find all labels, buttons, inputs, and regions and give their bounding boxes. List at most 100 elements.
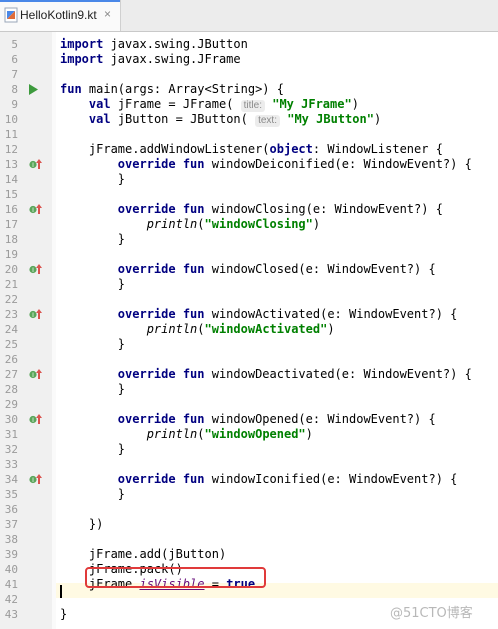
code-token: javax.swing.JFrame	[103, 52, 241, 66]
line-number: 14	[4, 173, 18, 186]
code-token: val	[88, 97, 111, 111]
code-line[interactable]: }	[60, 607, 67, 622]
code-token: : WindowListener {	[312, 142, 443, 156]
line-number: 11	[4, 128, 18, 141]
code-token: override fun	[117, 202, 205, 216]
code-line[interactable]: println("windowClosing")	[60, 217, 320, 232]
code-token: windowClosed(e: WindowEvent?) {	[204, 262, 436, 276]
line-number: 13	[4, 158, 18, 171]
code-line[interactable]: fun main(args: Array<String>) {	[60, 82, 284, 97]
code-line[interactable]: override fun windowOpened(e: WindowEvent…	[60, 412, 436, 427]
code-line[interactable]: }	[60, 277, 125, 292]
svg-text:I: I	[32, 477, 34, 484]
implements-icon[interactable]: I	[29, 308, 43, 321]
code-token: (	[197, 322, 205, 336]
code-token: "windowOpened"	[204, 427, 306, 441]
code-line[interactable]: override fun windowIconified(e: WindowEv…	[60, 472, 458, 487]
code-editor[interactable]: 5 import javax.swing.JButton 6 import javax…	[0, 32, 498, 629]
implements-icon[interactable]: I	[29, 473, 43, 486]
code-token: println	[146, 217, 198, 231]
line-number: 25	[4, 338, 18, 351]
code-line[interactable]: val jFrame = JFrame( title: "My JFrame")	[60, 97, 359, 112]
implements-icon[interactable]: I	[29, 158, 43, 171]
code-token: }	[60, 337, 126, 351]
implements-icon[interactable]: I	[29, 368, 43, 381]
parameter-hint: text:	[255, 115, 280, 127]
code-token: "My JButton"	[287, 112, 374, 126]
line-number: 35	[4, 488, 18, 501]
code-token: override fun	[117, 262, 205, 276]
code-token: override fun	[117, 412, 205, 426]
code-line[interactable]: }	[60, 172, 125, 187]
code-line[interactable]: jFrame.add(jButton)	[60, 547, 226, 562]
line-number: 40	[4, 563, 18, 576]
code-token: import	[60, 52, 104, 66]
code-line[interactable]: override fun windowClosed(e: WindowEvent…	[60, 262, 436, 277]
code-line[interactable]: println("windowActivated")	[60, 322, 335, 337]
code-token: })	[60, 517, 104, 531]
code-line[interactable]: val jButton = JButton( text: "My JButton…	[60, 112, 381, 127]
code-line[interactable]: })	[60, 517, 103, 532]
code-line[interactable]: override fun windowDeiconified(e: Window…	[60, 157, 472, 172]
code-line[interactable]: println("windowOpened")	[60, 427, 313, 442]
code-token: println	[146, 322, 198, 336]
code-line[interactable]: import javax.swing.JFrame	[60, 52, 241, 67]
tab-close-icon[interactable]: ×	[104, 7, 111, 21]
kotlin-file-icon	[4, 7, 18, 23]
line-number: 22	[4, 293, 18, 306]
implements-icon[interactable]: I	[29, 263, 43, 276]
line-number: 12	[4, 143, 18, 156]
code-token: "windowClosing"	[204, 217, 313, 231]
line-number: 18	[4, 233, 18, 246]
line-number: 31	[4, 428, 18, 441]
code-line[interactable]: }	[60, 442, 125, 457]
code-line[interactable]: override fun windowDeactivated(e: Window…	[60, 367, 472, 382]
line-number: 16	[4, 203, 18, 216]
code-token: fun	[60, 82, 82, 96]
run-arrow-icon[interactable]	[29, 84, 38, 95]
line-number: 6	[11, 53, 18, 66]
svg-text:I: I	[32, 312, 34, 319]
code-line[interactable]: override fun windowActivated(e: WindowEv…	[60, 307, 458, 322]
code-token: }	[60, 607, 68, 621]
svg-text:I: I	[32, 267, 34, 274]
active-tab-indicator	[0, 0, 120, 2]
implements-icon[interactable]: I	[29, 413, 43, 426]
code-token: }	[60, 232, 126, 246]
code-token: windowClosing(e: WindowEvent?) {	[204, 202, 443, 216]
code-line[interactable]: jFrame.addWindowListener(object: WindowL…	[60, 142, 443, 157]
line-number: 30	[4, 413, 18, 426]
svg-text:I: I	[32, 162, 34, 169]
line-number: 41	[4, 578, 18, 591]
line-number: 17	[4, 218, 18, 231]
code-token: }	[60, 277, 126, 291]
code-token: )	[305, 427, 313, 441]
code-line[interactable]: }	[60, 337, 125, 352]
code-token: (	[197, 217, 205, 231]
code-token: println	[146, 427, 198, 441]
code-token: )	[351, 97, 359, 111]
line-number: 19	[4, 248, 18, 261]
svg-text:I: I	[32, 207, 34, 214]
line-number: 24	[4, 323, 18, 336]
line-number: 7	[11, 68, 18, 81]
code-line[interactable]: }	[60, 232, 125, 247]
code-token: override fun	[117, 157, 205, 171]
code-token: }	[60, 442, 126, 456]
line-number: 5	[11, 38, 18, 51]
editor-tab[interactable]: HelloKotlin9.kt ×	[0, 0, 121, 31]
code-token: windowOpened(e: WindowEvent?) {	[204, 412, 436, 426]
code-line[interactable]: import javax.swing.JButton	[60, 37, 248, 52]
implements-icon[interactable]: I	[29, 203, 43, 216]
code-line[interactable]: override fun windowClosing(e: WindowEven…	[60, 202, 443, 217]
code-line[interactable]: }	[60, 382, 125, 397]
line-number: 32	[4, 443, 18, 456]
code-line[interactable]: }	[60, 487, 125, 502]
line-number: 21	[4, 278, 18, 291]
